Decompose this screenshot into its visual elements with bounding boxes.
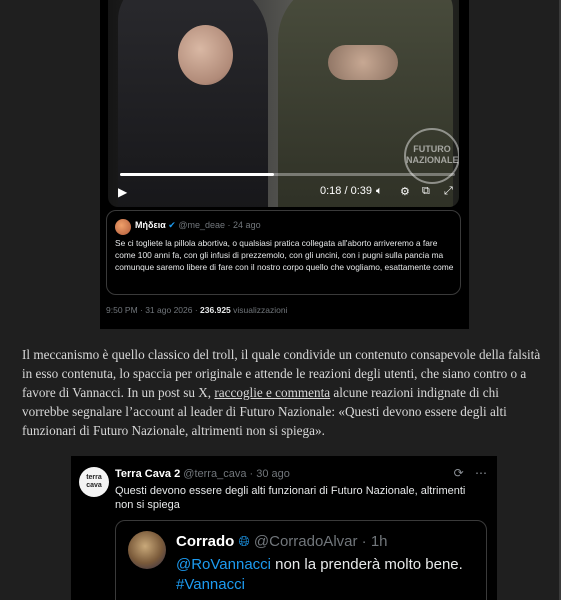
avatar[interactable] (128, 531, 166, 569)
video-figure-hand (328, 45, 398, 80)
tweet-age: 1h (370, 533, 388, 550)
video-figure-detail (178, 25, 233, 85)
second-tweet-screenshot: terra cava Terra Cava 2 @terra_cava · 30… (71, 456, 497, 600)
hashtag-link[interactable]: #Vannacci (176, 576, 245, 593)
author-handle[interactable]: @terra_cava (183, 468, 246, 480)
tweet-age: 30 ago (256, 468, 290, 480)
video-progress-bar[interactable] (120, 173, 455, 176)
separator-dot: · (249, 468, 254, 480)
picture-in-picture-icon[interactable]: ⧉ (422, 185, 430, 198)
second-tweet-text: Questi devono essere degli alti funziona… (115, 485, 466, 511)
settings-gear-icon[interactable]: ⚙ (400, 185, 410, 198)
view-count-label: visualizzazioni (233, 305, 288, 315)
author-name[interactable]: Terra Cava 2 (115, 468, 180, 480)
author-handle[interactable]: @CorradoAlvar (254, 533, 358, 550)
tweet-metadata: 9:50 PM · 31 ago 2026 · 236.925 visualiz… (106, 305, 288, 315)
view-count: 236.925 (200, 305, 231, 315)
quoted-tweet-header: Corrado 🌐︎ @CorradoAlvar · 1h (176, 533, 388, 550)
article-link[interactable]: raccoglie e commenta (214, 385, 330, 400)
article-paragraph: Il meccanismo è quello classico del trol… (22, 345, 542, 440)
quoted-tweet-header: Μήδεια ✔ @me_deae · 24 ago (135, 220, 261, 231)
video-controls: ▶ 0:18 / 0:39 🔈︎ ⚙ ⧉ ⤢ (108, 181, 459, 207)
tweet-actions: ⟳ ⋯ (454, 466, 487, 480)
quoted-tweet-text: @RoVannacci non la prenderà molto bene. … (176, 555, 476, 595)
mention-link[interactable]: @RoVannacci (176, 556, 271, 573)
verified-badge-icon: ✔ (168, 220, 176, 230)
avatar[interactable] (115, 219, 131, 235)
second-tweet-header: Terra Cava 2 @terra_cava · 30 ago (115, 468, 290, 480)
tweet-age: 24 ago (233, 220, 261, 230)
quoted-text: non la prenderà molto bene. (271, 556, 463, 573)
video-progress-fill (120, 173, 275, 176)
quoted-tweet-text: Se ci togliete la pillola abortiva, o qu… (115, 238, 454, 273)
author-name[interactable]: Corrado (176, 533, 234, 550)
author-handle[interactable]: @me_deae (178, 220, 225, 230)
quoted-tweet-card[interactable]: Μήδεια ✔ @me_deae · 24 ago Se ci togliet… (106, 210, 461, 295)
video-time: 0:18 / 0:39 (320, 185, 372, 197)
tweet-datetime: 9:50 PM · 31 ago 2026 · (106, 305, 198, 315)
fullscreen-icon[interactable]: ⤢ (444, 185, 453, 198)
video-player[interactable]: FUTURO NAZIONALE ▶ 0:18 / 0:39 🔈︎ ⚙ ⧉ ⤢ (108, 0, 459, 207)
globe-icon: 🌐︎ (238, 533, 250, 549)
avatar[interactable]: terra cava (79, 467, 109, 497)
volume-icon[interactable]: 🔈︎ (376, 185, 383, 198)
author-name[interactable]: Μήδεια (135, 220, 166, 230)
play-icon[interactable]: ▶ (118, 185, 127, 199)
more-options-icon[interactable]: ⋯ (475, 466, 487, 480)
quoted-tweet-card[interactable]: Corrado 🌐︎ @CorradoAlvar · 1h @RoVannacc… (115, 520, 487, 600)
separator-dot: · (227, 220, 231, 230)
separator-dot: · (361, 533, 367, 550)
refresh-icon[interactable]: ⟳ (454, 466, 464, 480)
